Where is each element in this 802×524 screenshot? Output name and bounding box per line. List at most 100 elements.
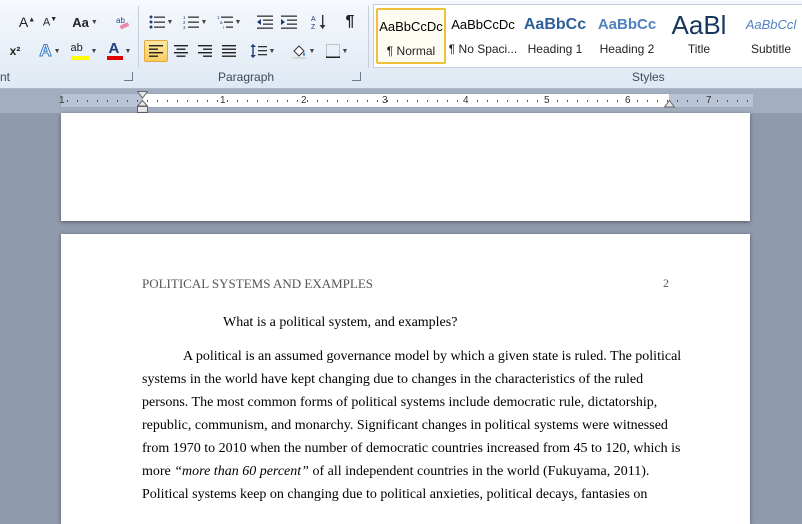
text-line: Political systems keep on changing due t…	[142, 487, 648, 502]
ruler-tick	[257, 100, 258, 102]
right-indent-marker[interactable]	[664, 100, 675, 108]
increase-indent-button[interactable]	[278, 11, 300, 33]
increase-indent-icon	[281, 15, 297, 29]
svg-text:i: i	[223, 25, 224, 29]
change-case-button[interactable]: Aa ▼	[70, 11, 100, 33]
numbering-button[interactable]: 1 2 3 ▼	[180, 11, 210, 33]
clear-formatting-button[interactable]: ab	[112, 11, 134, 33]
align-left-icon	[149, 45, 163, 57]
horizontal-ruler[interactable]: 1 1 2 3 4 5 6 7	[59, 91, 753, 113]
show-formatting-button[interactable]: ¶	[338, 11, 362, 33]
font-color-icon: A	[106, 40, 123, 60]
highlight-icon: ab	[70, 42, 89, 60]
font-color-swatch	[106, 56, 123, 60]
ruler-tick	[737, 100, 738, 102]
decrease-indent-button[interactable]	[254, 11, 276, 33]
ruler-number: 4	[463, 95, 469, 106]
ruler-tick	[607, 100, 608, 102]
ruler-tick	[177, 100, 178, 102]
style-heading-1[interactable]: AaBbCc Heading 1	[520, 8, 590, 64]
superscript-button[interactable]: x²	[4, 40, 26, 62]
ruler-tick	[517, 100, 518, 102]
change-case-icon: Aa	[72, 14, 89, 30]
ruler-tick	[87, 100, 88, 102]
font-dialog-launcher[interactable]	[124, 72, 133, 81]
ruler-tick	[277, 100, 278, 102]
multilevel-list-button[interactable]: 1 a i ▼	[214, 11, 244, 33]
ruler-tick	[347, 100, 348, 102]
styles-group-label: Styles	[632, 70, 665, 84]
page-1-bottom[interactable]	[61, 113, 750, 221]
first-line-indent-marker[interactable]	[137, 91, 148, 99]
grow-font-button[interactable]: A▲	[16, 11, 38, 33]
svg-text:3: 3	[183, 25, 186, 29]
ruler-tick	[507, 100, 508, 102]
ruler-tick	[537, 100, 538, 102]
borders-icon	[325, 44, 340, 58]
style-preview: AaBbCc	[523, 16, 587, 33]
font-group-label: nt	[0, 70, 11, 84]
ruler-tick	[157, 100, 158, 102]
ruler-tick	[77, 100, 78, 102]
style-name: ¶ Normal	[386, 44, 436, 58]
chevron-down-icon: ▼	[268, 47, 276, 55]
chevron-down-icon: ▼	[124, 47, 132, 55]
line-spacing-button[interactable]: ▼	[248, 40, 278, 62]
ruler-tick	[127, 100, 128, 102]
style-name: ¶ No Spaci...	[448, 42, 518, 56]
group-separator	[138, 6, 139, 68]
align-center-button[interactable]	[170, 40, 192, 62]
ruler-number: 6	[625, 95, 631, 106]
style-name: Subtitle	[750, 42, 792, 56]
ruler-tick	[287, 100, 288, 102]
ruler-tick	[597, 100, 598, 102]
style-normal[interactable]: AaBbCcDc ¶ Normal	[376, 8, 446, 64]
group-separator	[368, 6, 369, 68]
sort-button[interactable]: A Z	[308, 11, 330, 33]
ruler-tick	[617, 100, 618, 102]
ruler-tick	[747, 100, 748, 102]
ruler-tick	[527, 100, 528, 102]
ruler-tick	[117, 100, 118, 102]
grow-font-icon: A▲	[18, 14, 36, 30]
justify-icon	[222, 45, 236, 57]
font-color-button[interactable]: A ▼	[104, 40, 134, 62]
line-spacing-icon	[250, 44, 267, 58]
text-line: republic, communism, and monarchy. Signi…	[142, 418, 668, 433]
ruler-tick	[417, 100, 418, 102]
style-heading-2[interactable]: AaBbCc Heading 2	[592, 8, 662, 64]
numbering-icon: 1 2 3	[183, 15, 199, 29]
ruler-tick	[217, 100, 218, 102]
ruler-tick	[727, 100, 728, 102]
chevron-down-icon: ▼	[166, 18, 174, 26]
align-left-button[interactable]	[144, 40, 168, 62]
svg-text:ab: ab	[116, 16, 125, 25]
bullets-button[interactable]: ▼	[146, 11, 176, 33]
highlight-button[interactable]: ab ▼	[68, 40, 100, 62]
ruler-tick	[487, 100, 488, 102]
paragraph-group-label: Paragraph	[218, 70, 275, 84]
align-right-button[interactable]	[194, 40, 216, 62]
text-effects-button[interactable]: A ▼	[36, 40, 64, 62]
ruler-tick	[207, 100, 208, 102]
ruler-number: 1	[59, 95, 65, 106]
hanging-indent-marker[interactable]	[137, 100, 148, 114]
ruler-left-margin	[61, 94, 143, 107]
text-line: A political is an assumed governance mod…	[183, 349, 682, 364]
ruler-tick	[577, 100, 578, 102]
document-body[interactable]: A political is an assumed governance mod…	[142, 345, 682, 506]
paragraph-dialog-launcher[interactable]	[352, 72, 361, 81]
style-no-spacing[interactable]: AaBbCcDc ¶ No Spaci...	[448, 8, 518, 64]
style-title[interactable]: AaBl Title	[664, 8, 734, 64]
ribbon: A▲ A▼ Aa ▼ ab x² A ▼ ab ▼ A ▼ nt ▼ 1 2 3…	[0, 0, 802, 89]
ruler-tick	[237, 100, 238, 102]
chevron-down-icon: ▼	[234, 18, 242, 26]
ruler-tick	[637, 100, 638, 102]
ruler-tick	[317, 100, 318, 102]
ruler-tick	[327, 100, 328, 102]
style-subtitle[interactable]: AaBbCcl Subtitle	[736, 8, 802, 64]
shrink-font-button[interactable]: A▼	[40, 11, 60, 33]
shading-button[interactable]: ▼	[288, 40, 318, 62]
justify-button[interactable]	[218, 40, 240, 62]
borders-button[interactable]: ▼	[322, 40, 352, 62]
